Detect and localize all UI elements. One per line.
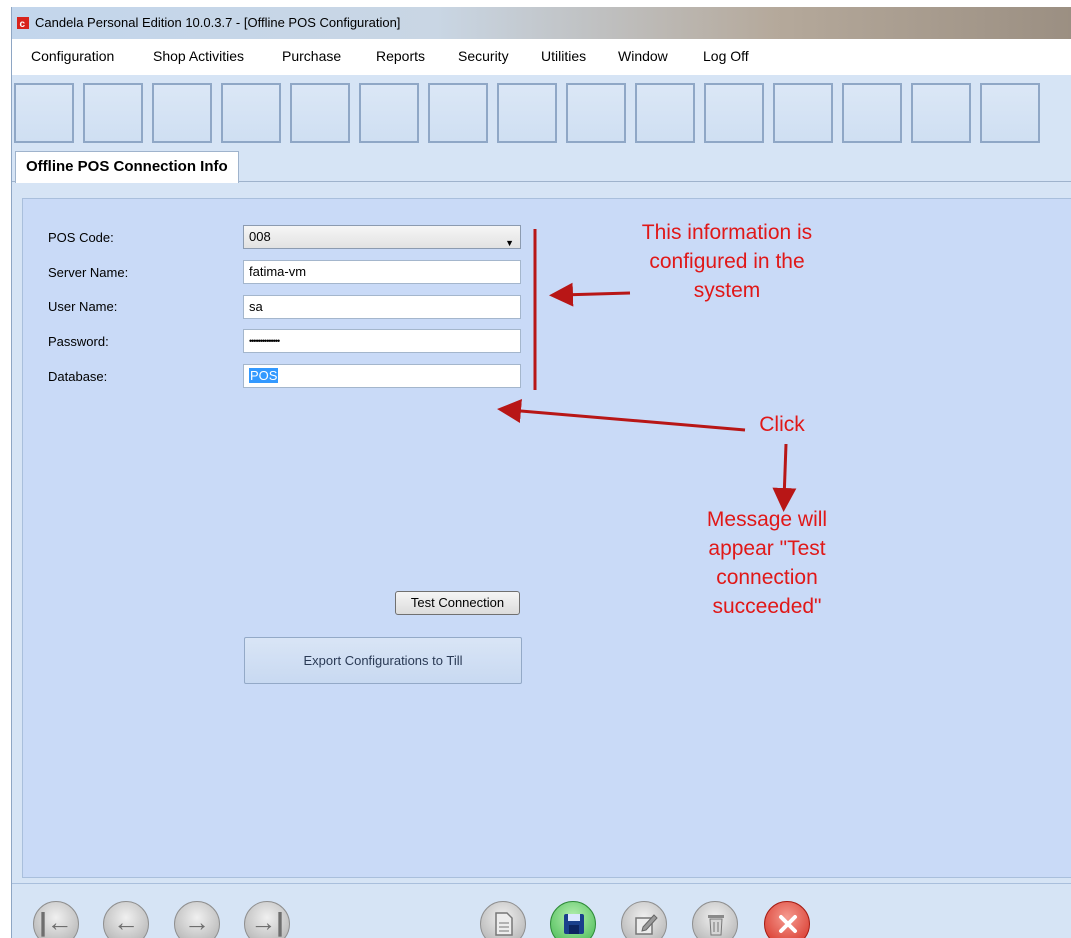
menu-purchase[interactable]: Purchase: [282, 48, 341, 64]
svg-text:c: c: [20, 19, 26, 30]
form-panel: POS Code: 008 ▼ Server Name: fatima-vm U…: [22, 198, 1071, 878]
tab-strip: Offline POS Connection Info: [12, 151, 1071, 183]
toolbar-button-7[interactable]: [428, 83, 488, 143]
pos-code-dropdown[interactable]: 008 ▼: [243, 225, 521, 249]
app-window: c Candela Personal Edition 10.0.3.7 - [O…: [11, 7, 1071, 938]
first-record-icon[interactable]: |←: [33, 901, 79, 938]
configured-annotation: This information is configured in the sy…: [607, 218, 847, 305]
test-connection-button[interactable]: Test Connection: [395, 591, 520, 615]
toolbar-button-9[interactable]: [566, 83, 626, 143]
menu-configuration[interactable]: Configuration: [31, 48, 114, 64]
annotation-text: connection: [716, 566, 818, 589]
pos-code-label: POS Code:: [48, 230, 114, 245]
menu-bar: Configuration Shop Activities Purchase R…: [12, 39, 1071, 76]
toolbar-button-1[interactable]: [14, 83, 74, 143]
annotation-text: This information is: [641, 221, 813, 244]
close-x-icon[interactable]: [764, 901, 810, 938]
user-name-field[interactable]: sa: [243, 295, 521, 319]
toolbar-button-3[interactable]: [152, 83, 212, 143]
menu-utilities[interactable]: Utilities: [541, 48, 586, 64]
pos-code-value: 008: [249, 229, 271, 244]
toolbar-button-10[interactable]: [635, 83, 695, 143]
last-record-icon[interactable]: →|: [244, 901, 290, 938]
navigation-bar: |← ← → →|: [12, 883, 1071, 938]
toolbar-button-12[interactable]: [773, 83, 833, 143]
toolbar-button-13[interactable]: [842, 83, 902, 143]
candela-app-icon: c: [17, 17, 29, 30]
next-record-icon[interactable]: →: [174, 901, 220, 938]
annotation-text: succeeded": [712, 595, 822, 618]
toolbar-button-15[interactable]: [980, 83, 1040, 143]
server-name-field[interactable]: fatima-vm: [243, 260, 521, 284]
database-value: POS: [249, 368, 279, 383]
edit-icon[interactable]: [621, 901, 667, 938]
annotation-text: configured in the: [649, 250, 805, 273]
annotation-text: Message will: [706, 508, 828, 531]
annotation-text: system: [693, 279, 761, 302]
chevron-down-icon[interactable]: ▼: [505, 232, 514, 248]
menu-security[interactable]: Security: [458, 48, 509, 64]
menu-reports[interactable]: Reports: [376, 48, 425, 64]
tab-offline-pos-connection-info[interactable]: Offline POS Connection Info: [15, 151, 239, 183]
database-label: Database:: [48, 369, 108, 384]
toolbar-button-5[interactable]: [290, 83, 350, 143]
database-field[interactable]: POS: [243, 364, 521, 388]
menu-window[interactable]: Window: [618, 48, 668, 64]
toolbar-button-6[interactable]: [359, 83, 419, 143]
toolbar-button-4[interactable]: [221, 83, 281, 143]
menu-log-off[interactable]: Log Off: [703, 48, 749, 64]
previous-record-icon[interactable]: ←: [103, 901, 149, 938]
toolbar: [12, 75, 1071, 151]
toolbar-button-8[interactable]: [497, 83, 557, 143]
password-label: Password:: [48, 334, 109, 349]
new-document-icon[interactable]: [480, 901, 526, 938]
annotation-text: appear "Test: [708, 537, 826, 560]
menu-shop-activities[interactable]: Shop Activities: [153, 48, 244, 64]
password-field[interactable]: ••••••••••••••: [243, 329, 521, 353]
export-configurations-button[interactable]: Export Configurations to Till: [244, 637, 522, 684]
click-annotation: Click: [759, 413, 805, 436]
save-disk-icon[interactable]: [550, 901, 596, 938]
server-name-label: Server Name:: [48, 265, 129, 280]
toolbar-button-2[interactable]: [83, 83, 143, 143]
toolbar-button-11[interactable]: [704, 83, 764, 143]
delete-trash-icon[interactable]: [692, 901, 738, 938]
user-name-label: User Name:: [48, 299, 118, 314]
title-bar: c Candela Personal Edition 10.0.3.7 - [O…: [12, 7, 1071, 39]
message-annotation: Message will appear "Test connection suc…: [672, 505, 862, 621]
toolbar-button-14[interactable]: [911, 83, 971, 143]
window-title: Candela Personal Edition 10.0.3.7 - [Off…: [35, 15, 401, 30]
